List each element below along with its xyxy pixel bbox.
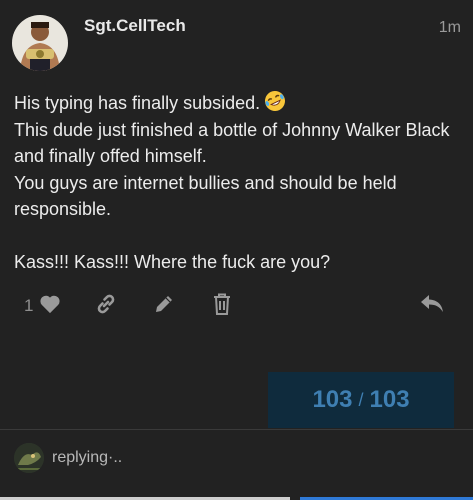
username[interactable]: Sgt.CellTech [84, 16, 186, 36]
post-line-2: This dude just finished a bottle of John… [14, 119, 450, 167]
reply-button[interactable] [418, 290, 446, 322]
replying-status: replying·.. [52, 449, 123, 466]
delete-button[interactable] [208, 290, 236, 322]
post-actions: 1 [0, 290, 473, 322]
replying-user-avatar[interactable] [14, 443, 44, 473]
heart-icon [39, 294, 61, 319]
share-link-button[interactable] [92, 290, 120, 322]
post-line-4: Kass!!! Kass!!! Where the fuck are you? [14, 251, 331, 272]
like-count: 1 [24, 296, 34, 315]
post-body: His typing has finally subsided. This du… [14, 90, 459, 275]
divider [0, 429, 473, 430]
link-icon [94, 292, 118, 321]
post-line-3: You guys are internet bullies and should… [14, 172, 397, 220]
post-time: 1m [438, 19, 461, 36]
reply-icon [419, 293, 445, 320]
trash-icon [211, 292, 233, 321]
progress-total: 103 [369, 386, 410, 413]
progress-current: 103 [312, 386, 353, 413]
edit-icon [152, 292, 176, 321]
progress-separator: / [358, 389, 364, 410]
user-avatar[interactable] [12, 15, 68, 71]
rofl-emoji-icon [264, 90, 286, 112]
post-line-1: His typing has finally subsided. [14, 93, 261, 113]
like-button[interactable]: 1 [24, 290, 61, 322]
edit-button[interactable] [150, 290, 178, 322]
topic-progress[interactable]: 103 / 103 [268, 372, 454, 428]
